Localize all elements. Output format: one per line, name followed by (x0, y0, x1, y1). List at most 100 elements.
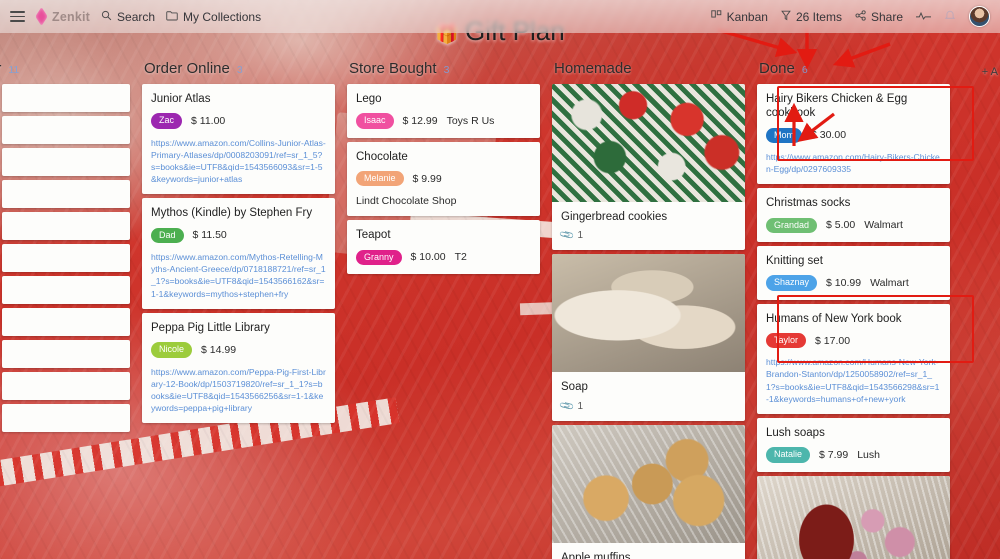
items-count-label: 26 Items (795, 9, 842, 24)
person-chip[interactable]: Zac (151, 113, 183, 129)
paperclip-icon: 📎 (558, 398, 576, 415)
card-store: T2 (454, 251, 467, 264)
card-teapot[interactable]: Teapot Granny $ 10.00 T2 (347, 220, 540, 274)
search-label: Search (117, 9, 156, 24)
column-card-list (0, 84, 136, 432)
card-title: Soap (561, 381, 588, 394)
kanban-column-clipped: or 11 (0, 60, 136, 559)
card-store: Toys R Us (446, 115, 495, 127)
items-filter-button[interactable]: 26 Items (781, 10, 842, 24)
card-soap[interactable]: Soap 📎 1 (552, 254, 745, 421)
person-chip[interactable]: Granny (356, 249, 402, 265)
card-humans-of-new-york[interactable]: Humans of New York book Taylor $ 17.00 h… (757, 303, 950, 415)
card-christmas-socks[interactable]: Christmas socks Grandad $ 5.00 Walmart (757, 188, 950, 243)
card-url[interactable]: https://www.amazon.com/Peppa-Pig-First-L… (151, 366, 326, 415)
person-chip[interactable]: Mom (766, 127, 802, 143)
card-title: Peppa Pig Little Library (151, 321, 270, 334)
card-blank[interactable] (2, 308, 130, 336)
card-store: Walmart (864, 219, 903, 232)
share-button[interactable]: Share (855, 10, 903, 24)
card-price: $ 30.00 (811, 129, 847, 142)
diamond-logo-icon (35, 7, 48, 26)
card-url[interactable]: https://www.amazon.com/Mythos-Retelling-… (151, 251, 326, 300)
column-card-list: Junior Atlas Zac $ 11.00 https://www.ama… (136, 84, 341, 424)
card-price: $ 11.50 (192, 229, 227, 242)
person-chip[interactable]: Melanie (356, 171, 404, 187)
card-blank[interactable] (2, 404, 130, 432)
card-price: $ 17.00 (815, 334, 851, 347)
card-marmalade[interactable]: Marmalade (757, 475, 950, 559)
card-title: Teapot (356, 229, 391, 242)
search-button[interactable]: Search (101, 10, 155, 24)
card-title: Humans of New York book (766, 312, 902, 325)
column-header[interactable]: or 11 (0, 60, 136, 84)
card-store: Walmart (870, 277, 909, 290)
card-blank[interactable] (2, 276, 130, 304)
card-price: $ 5.00 (826, 219, 856, 232)
brand-name: Zenkit (52, 9, 91, 24)
card-price: $ 7.99 (819, 449, 849, 462)
card-mythos[interactable]: Mythos (Kindle) by Stephen Fry Dad $ 11.… (142, 198, 335, 309)
card-photo (552, 254, 745, 373)
card-blank[interactable] (2, 244, 130, 272)
card-blank[interactable] (2, 84, 130, 112)
person-chip[interactable]: Grandad (766, 217, 818, 234)
card-blank[interactable] (2, 116, 130, 144)
card-blank[interactable] (2, 212, 130, 240)
column-header[interactable]: Done 6 (751, 60, 956, 84)
attachment-number: 1 (577, 400, 584, 412)
column-header[interactable]: Order Online 3 (136, 60, 341, 84)
bell-icon[interactable] (944, 10, 956, 24)
attachment-number: 1 (577, 230, 584, 242)
add-column-button[interactable]: + A (982, 66, 998, 78)
column-count: 6 (801, 64, 808, 76)
share-icon (855, 10, 866, 23)
card-lego[interactable]: Lego Isaac $ 12.99 Toys R Us (347, 84, 540, 138)
card-blank[interactable] (2, 372, 130, 400)
person-chip[interactable]: Shaznay (766, 275, 818, 291)
card-hairy-bikers[interactable]: Hairy Bikers Chicken & Egg cookbook Mom … (757, 84, 950, 185)
my-collections-label: My Collections (183, 9, 262, 24)
card-price: $ 10.00 (410, 251, 446, 264)
card-price: $ 14.99 (201, 343, 237, 356)
card-lush-soaps[interactable]: Lush soaps Natalie $ 7.99 Lush (757, 418, 950, 472)
card-blank[interactable] (2, 180, 130, 208)
card-price: $ 12.99 (402, 115, 438, 127)
column-title: Done (759, 60, 795, 77)
column-header[interactable]: Homemade (546, 60, 751, 84)
card-gingerbread-cookies[interactable]: Gingerbread cookies 📎 1 (552, 84, 745, 251)
kanban-column-done: Done 6 Hairy Bikers Chicken & Egg cookbo… (751, 60, 956, 559)
person-chip[interactable]: Isaac (356, 113, 394, 129)
card-chocolate[interactable]: Chocolate Melanie $ 9.99 Lindt Chocolate… (347, 141, 540, 217)
card-url[interactable]: https://www.amazon.com/Hairy-Bikers-Chic… (766, 151, 941, 175)
kanban-view-button[interactable]: Kanban (710, 10, 768, 24)
card-store: Lindt Chocolate Shop (356, 195, 457, 208)
card-url[interactable]: https://www.amazon.com/Humans-New-York-B… (766, 356, 941, 405)
card-peppa-pig[interactable]: Peppa Pig Little Library Nicole $ 14.99 … (142, 312, 335, 424)
column-card-list: Hairy Bikers Chicken & Egg cookbook Mom … (751, 84, 956, 559)
column-title: Order Online (144, 60, 230, 77)
card-knitting-set[interactable]: Knitting set Shaznay $ 10.99 Walmart (757, 246, 950, 300)
brand-logo[interactable]: Zenkit (35, 7, 91, 26)
card-photo (552, 84, 745, 202)
card-price: $ 11.00 (191, 115, 226, 127)
column-title: Homemade (554, 60, 632, 77)
hamburger-menu-icon[interactable] (10, 11, 25, 22)
card-title: Gingerbread cookies (561, 211, 668, 223)
card-junior-atlas[interactable]: Junior Atlas Zac $ 11.00 https://www.ama… (142, 84, 335, 195)
person-chip[interactable]: Dad (151, 227, 184, 244)
card-apple-muffins[interactable]: Apple muffins 📎 1 (552, 424, 745, 559)
activity-pulse-icon[interactable] (916, 11, 931, 23)
my-collections-button[interactable]: My Collections (166, 10, 261, 24)
column-header[interactable]: Store Bought 3 (341, 60, 546, 84)
person-chip[interactable]: Natalie (766, 447, 811, 463)
person-chip[interactable]: Nicole (151, 342, 193, 358)
card-title: Christmas socks (766, 197, 851, 210)
user-avatar[interactable] (969, 6, 990, 27)
card-blank[interactable] (2, 340, 130, 368)
card-price: $ 9.99 (412, 172, 442, 185)
card-url[interactable]: https://www.amazon.com/Collins-Junior-At… (151, 137, 326, 186)
column-count: 3 (443, 64, 450, 76)
card-blank[interactable] (2, 148, 130, 176)
person-chip[interactable]: Taylor (766, 333, 807, 349)
